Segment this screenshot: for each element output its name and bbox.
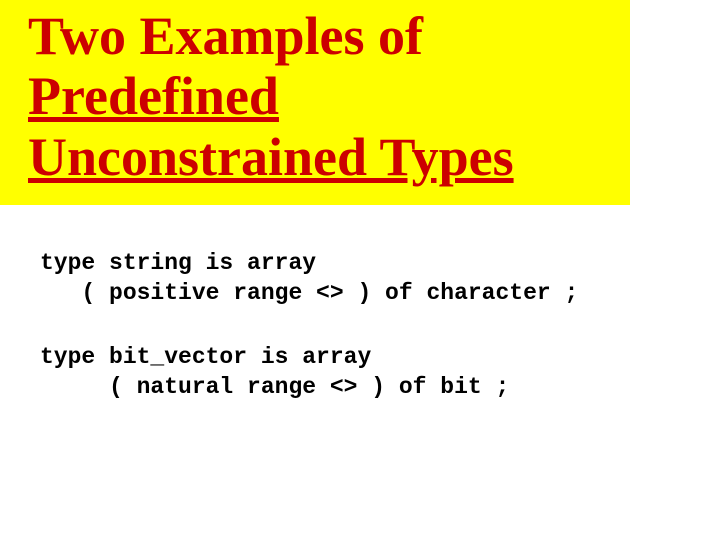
code-line: type string is array bbox=[40, 250, 316, 276]
title-block: Two Examples of Predefined Unconstrained… bbox=[0, 0, 630, 205]
code-line: ( positive range <> ) of character ; bbox=[40, 280, 578, 306]
code-line: ( natural range <> ) of bit ; bbox=[40, 374, 509, 400]
title-part1: Two Examples of bbox=[28, 6, 423, 66]
code-line: type bit_vector is array bbox=[40, 344, 371, 370]
title-part2: Unconstrained Types bbox=[28, 127, 514, 187]
content-area: type string is array ( positive range <>… bbox=[0, 205, 720, 403]
code-block-1: type string is array ( positive range <>… bbox=[40, 249, 680, 309]
code-block-2: type bit_vector is array ( natural range… bbox=[40, 343, 680, 403]
title-underlined: Predefined bbox=[28, 66, 279, 126]
slide: Two Examples of Predefined Unconstrained… bbox=[0, 0, 720, 540]
slide-title: Two Examples of Predefined Unconstrained… bbox=[28, 6, 602, 187]
